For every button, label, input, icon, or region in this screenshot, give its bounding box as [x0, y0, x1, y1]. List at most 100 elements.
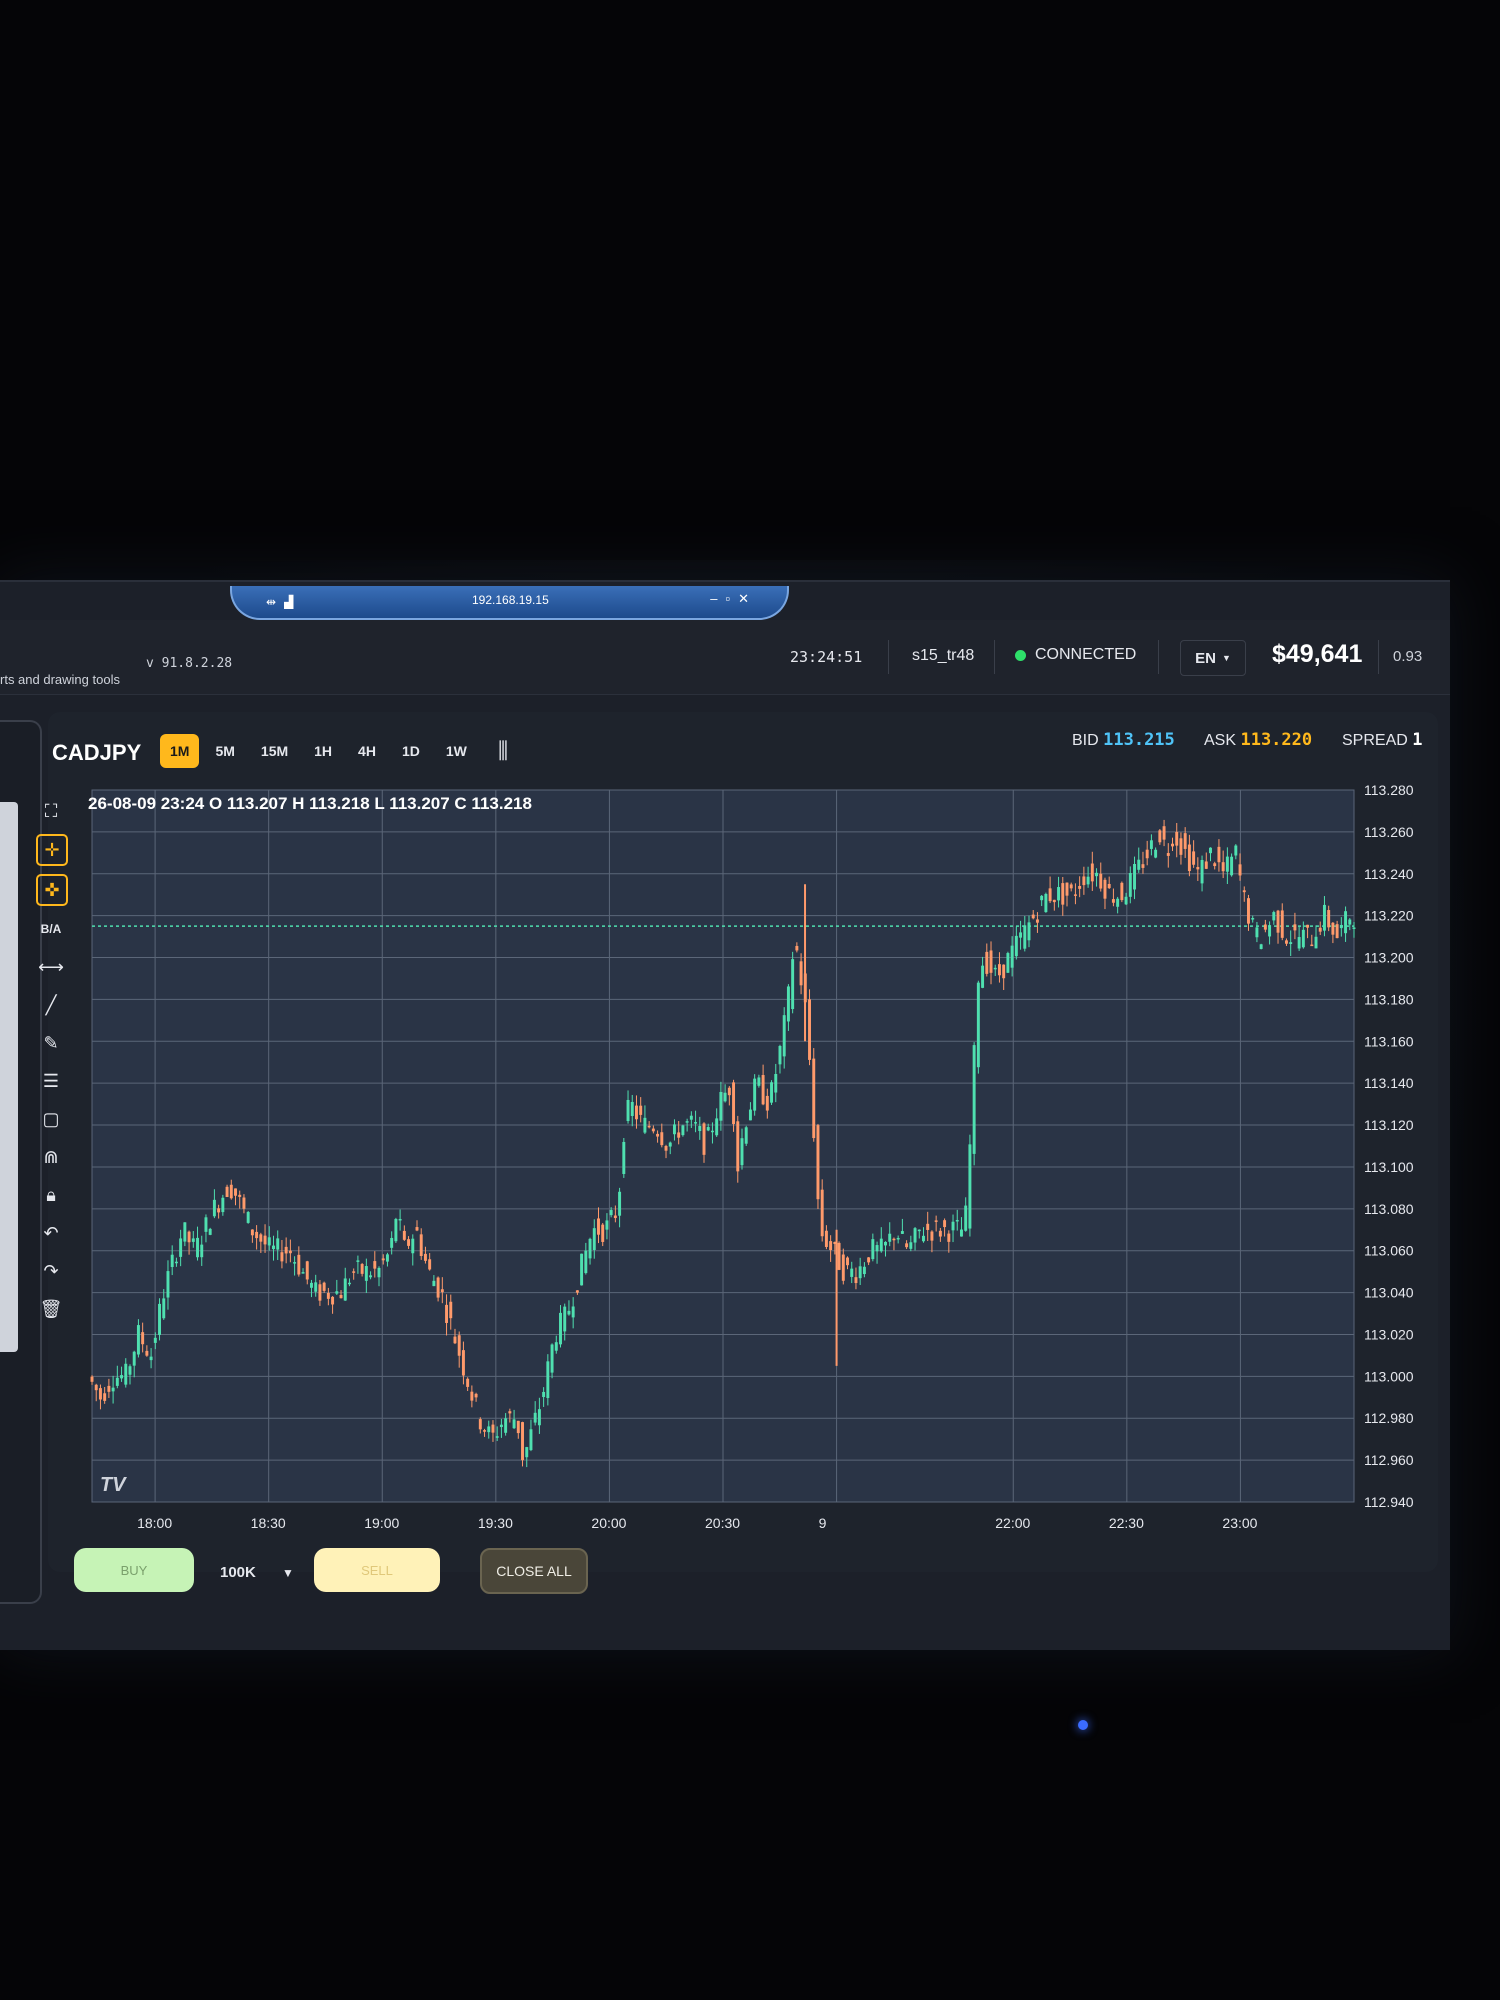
candle-body: [1238, 864, 1242, 876]
crosshair-alt-icon[interactable]: ✜: [36, 874, 68, 906]
remote-desktop-bar[interactable]: ⇹ ▟ 192.168.19.15 –▫✕: [230, 586, 789, 620]
candle-body: [563, 1306, 567, 1332]
symbol-label[interactable]: CADJPY: [52, 740, 141, 766]
candle-body: [850, 1268, 854, 1277]
candle-body: [145, 1350, 149, 1356]
candle-body: [765, 1095, 769, 1111]
candle-body: [989, 950, 993, 973]
tab-1m[interactable]: 1M: [160, 734, 200, 768]
lock-icon[interactable]: 🔒︎: [36, 1180, 66, 1210]
candle-body: [1242, 890, 1246, 893]
candle-body: [124, 1363, 128, 1385]
candle-body: [1213, 863, 1217, 867]
candle-body: [567, 1310, 571, 1315]
tab-1w[interactable]: 1W: [436, 734, 477, 768]
candle-body: [293, 1262, 297, 1264]
account-id[interactable]: s15_tr48: [912, 647, 974, 665]
candle-body: [115, 1377, 119, 1386]
candle-body: [808, 999, 811, 1060]
candle-body: [318, 1284, 322, 1301]
candle-body: [1297, 937, 1301, 949]
candle-body: [1010, 945, 1014, 968]
fib-icon[interactable]: ☰: [36, 1066, 66, 1096]
y-tick-label: 113.040: [1364, 1285, 1414, 1301]
undo-icon[interactable]: ↶: [36, 1218, 66, 1248]
candle-body: [297, 1254, 301, 1275]
candlestick-icon[interactable]: ⫼: [498, 738, 508, 764]
candle-body: [1166, 853, 1170, 856]
sell-button[interactable]: SELL: [314, 1548, 440, 1592]
candle-body: [331, 1296, 335, 1305]
candle-body: [643, 1117, 647, 1133]
candle-body: [1331, 922, 1335, 935]
restore-icon[interactable]: ▫: [725, 591, 738, 606]
candle-body: [1137, 859, 1141, 870]
crosshair-icon[interactable]: ✛: [36, 834, 68, 866]
candle-body: [1209, 847, 1212, 854]
close-all-button[interactable]: CLOSE ALL: [480, 1548, 588, 1594]
tab-1d[interactable]: 1D: [392, 734, 430, 768]
measure-icon[interactable]: ⟷: [36, 952, 66, 982]
candle-body: [630, 1101, 634, 1116]
candle-body: [1086, 876, 1090, 885]
candle-body: [212, 1199, 216, 1217]
candle-body: [288, 1250, 292, 1254]
chevron-down-icon[interactable]: ▼: [282, 1566, 294, 1580]
pencil-icon[interactable]: ✎: [36, 1028, 66, 1058]
candle-body: [922, 1235, 925, 1242]
candle-body: [272, 1245, 275, 1250]
bid-quote: BID 113.215: [1072, 730, 1175, 750]
candle-body: [90, 1376, 94, 1382]
candle-body: [377, 1267, 381, 1278]
candle-body: [689, 1115, 693, 1120]
tab-1h[interactable]: 1H: [304, 734, 342, 768]
candle-body: [938, 1230, 942, 1237]
candle-body: [200, 1244, 204, 1258]
candle-body: [1187, 844, 1191, 872]
candle-body: [884, 1241, 887, 1246]
minimize-icon[interactable]: –: [710, 591, 725, 606]
candle-body: [1192, 851, 1196, 865]
candle-body: [664, 1146, 668, 1151]
trendline-icon[interactable]: ╱: [36, 990, 66, 1020]
candle-body: [723, 1092, 727, 1102]
candle-body: [706, 1127, 710, 1131]
fullscreen-icon[interactable]: ⛶: [36, 796, 66, 826]
candle-body: [149, 1356, 153, 1361]
candle-body: [360, 1264, 364, 1274]
candle-body: [1133, 863, 1136, 890]
bid-ask-toggle[interactable]: B/A: [36, 914, 66, 944]
candle-body: [499, 1424, 503, 1428]
tab-4h[interactable]: 4H: [348, 734, 386, 768]
trash-icon[interactable]: 🗑︎: [36, 1294, 66, 1324]
candle-body: [369, 1275, 373, 1278]
candle-body: [457, 1335, 461, 1356]
buy-button[interactable]: BUY: [74, 1548, 194, 1592]
candle-body: [1234, 845, 1238, 856]
candle-body: [976, 982, 980, 1068]
rectangle-icon[interactable]: ▢: [36, 1104, 66, 1134]
candle-body: [128, 1366, 132, 1375]
y-tick-label: 113.100: [1364, 1159, 1414, 1175]
candle-body: [981, 965, 985, 988]
candle-body: [381, 1258, 385, 1261]
candle-body: [1002, 964, 1006, 979]
x-tick-label: 19:00: [364, 1515, 399, 1531]
language-select[interactable]: EN ▼: [1180, 640, 1246, 676]
redo-icon[interactable]: ↷: [36, 1256, 66, 1286]
ohlc-header: 26-08-09 23:24 O 113.207 H 113.218 L 113…: [88, 794, 532, 813]
price-chart[interactable]: 113.280 113.260 113.240 113.220 113.200 113.1…: [82, 780, 1442, 1540]
tab-15m[interactable]: 15M: [251, 734, 298, 768]
window-controls[interactable]: –▫✕: [710, 591, 757, 607]
ask-value: 113.220: [1240, 730, 1313, 750]
tab-5m[interactable]: 5M: [205, 734, 244, 768]
candle-body: [250, 1229, 254, 1236]
candle-body: [1014, 935, 1018, 957]
lot-size-select[interactable]: 100K: [220, 1564, 256, 1581]
y-tick-label: 113.080: [1364, 1201, 1414, 1217]
candle-body: [162, 1298, 166, 1319]
magnet-icon[interactable]: ⋒: [36, 1142, 66, 1172]
pin-icon[interactable]: ⇹: [266, 595, 276, 609]
close-icon[interactable]: ✕: [738, 591, 757, 606]
sidebar-scrollbar[interactable]: [0, 802, 18, 1352]
